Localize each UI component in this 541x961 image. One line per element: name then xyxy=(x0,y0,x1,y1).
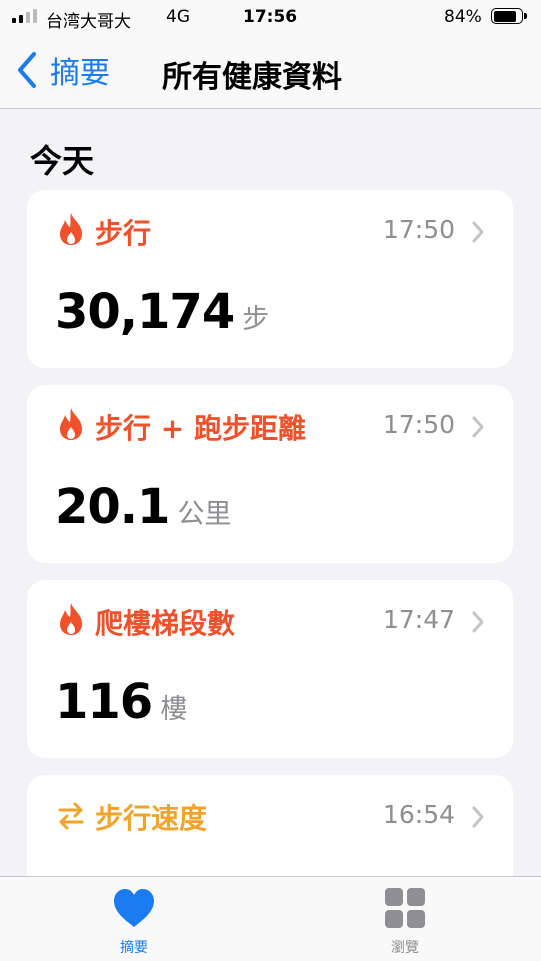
arrows-swap-icon xyxy=(58,802,84,830)
card-title: 爬樓梯段數 xyxy=(95,607,236,640)
card-time: 17:47 xyxy=(382,605,455,634)
tab-label: 瀏覽 xyxy=(391,940,419,956)
card-title: 步行速度 xyxy=(95,802,208,835)
heart-icon xyxy=(114,889,154,927)
card-title: 步行 xyxy=(95,217,152,250)
status-bar: 台湾大哥大 4G 17:56 84% xyxy=(0,0,541,36)
chevron-right-icon xyxy=(472,611,484,633)
tab-summary[interactable]: 摘要 xyxy=(74,877,194,961)
chevron-right-icon xyxy=(472,806,484,828)
section-title-today: 今天 xyxy=(30,142,95,180)
card-value: 30,174 步 xyxy=(55,284,269,340)
card-steps[interactable]: 步行 17:50 30,174 步 xyxy=(27,190,513,368)
card-value: 116 樓 xyxy=(55,674,187,730)
page-title: 所有健康資料 xyxy=(162,60,342,95)
status-time: 17:56 xyxy=(243,7,298,27)
tab-browse[interactable]: 瀏覽 xyxy=(345,877,465,961)
chevron-right-icon xyxy=(472,416,484,438)
card-value: 20.1 公里 xyxy=(55,479,231,535)
metric-value: 116 xyxy=(55,674,153,730)
network-type: 4G xyxy=(166,7,190,27)
cellular-signal-icon xyxy=(12,9,37,23)
card-time: 17:50 xyxy=(382,410,455,439)
metric-value: 30,174 xyxy=(55,284,235,340)
flame-icon xyxy=(60,213,82,245)
battery-icon xyxy=(491,8,527,26)
metric-value: 20.1 xyxy=(55,479,170,535)
card-title: 步行 + 跑步距離 xyxy=(95,412,306,445)
tab-label: 摘要 xyxy=(120,940,148,956)
tab-bar: 摘要 瀏覽 xyxy=(0,876,541,961)
metric-unit: 步 xyxy=(242,304,270,335)
back-label: 摘要 xyxy=(50,56,110,91)
chevron-right-icon xyxy=(472,221,484,243)
card-walking-running-distance[interactable]: 步行 + 跑步距離 17:50 20.1 公里 xyxy=(27,385,513,563)
card-time: 17:50 xyxy=(382,215,455,244)
grid-icon xyxy=(385,888,425,928)
flame-icon xyxy=(60,408,82,440)
card-flights-climbed[interactable]: 爬樓梯段數 17:47 116 樓 xyxy=(27,580,513,758)
carrier-name: 台湾大哥大 xyxy=(46,12,131,32)
chevron-left-icon xyxy=(18,52,36,88)
battery-percent: 84% xyxy=(444,7,482,27)
card-time: 16:54 xyxy=(382,800,455,829)
flame-icon xyxy=(60,603,82,635)
navigation-bar: 摘要 所有健康資料 xyxy=(0,36,541,109)
metric-unit: 公里 xyxy=(177,499,232,530)
metric-unit: 樓 xyxy=(160,694,188,725)
back-button[interactable]: 摘要 xyxy=(14,50,110,91)
